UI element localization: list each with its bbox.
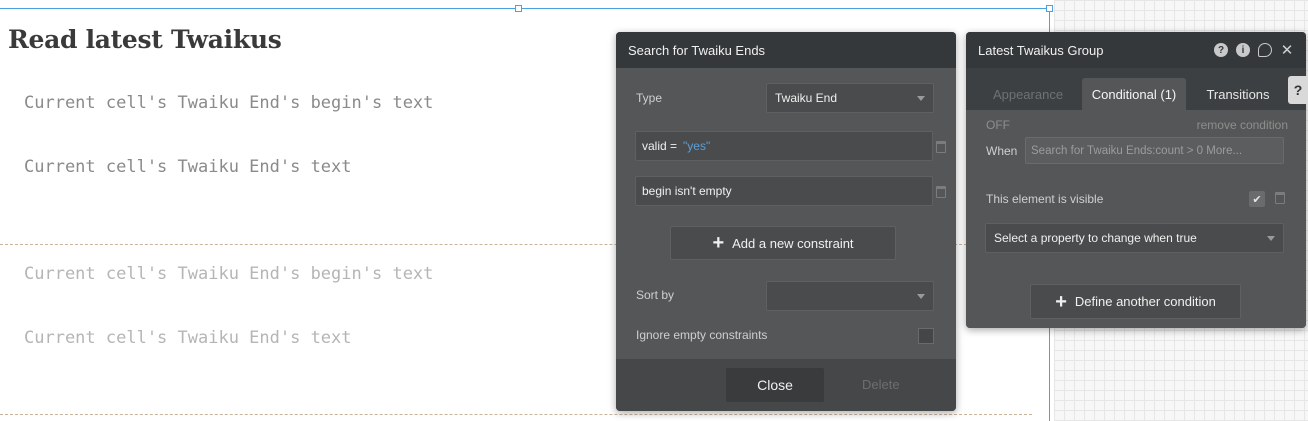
cell-begin-text[interactable]: Current cell's Twaiku End's begin's text xyxy=(24,93,433,113)
selection-border-top xyxy=(0,8,1050,9)
cell-text[interactable]: Current cell's Twaiku End's text xyxy=(24,328,352,348)
info-icon[interactable]: i xyxy=(1236,43,1250,57)
add-constraint-label: Add a new constraint xyxy=(732,235,854,251)
page-title: Read latest Twaikus xyxy=(8,25,282,54)
group-panel-title: Latest Twaikus Group xyxy=(978,42,1104,58)
chevron-down-icon xyxy=(917,95,925,101)
tab-transitions[interactable]: Transitions xyxy=(1192,78,1284,110)
add-constraint-button[interactable]: + Add a new constraint xyxy=(670,226,896,260)
group-panel-header[interactable]: Latest Twaikus Group ? i ✕ xyxy=(966,32,1306,68)
group-property-panel: Latest Twaikus Group ? i ✕ Appearance Co… xyxy=(966,32,1306,328)
search-panel-header[interactable]: Search for Twaiku Ends xyxy=(616,32,956,68)
cell-text[interactable]: Current cell's Twaiku End's text xyxy=(24,157,352,177)
conditional-body: OFF remove condition When Search for Twa… xyxy=(966,110,1306,328)
search-panel-footer: Close Delete xyxy=(616,359,956,411)
chevron-down-icon xyxy=(1267,235,1275,241)
help-tab[interactable]: ? xyxy=(1288,76,1308,104)
constraint-row[interactable]: begin isn't empty xyxy=(635,176,933,206)
search-panel-title: Search for Twaiku Ends xyxy=(628,42,766,58)
search-panel: Search for Twaiku Ends Type Twaiku End v… xyxy=(616,32,956,411)
visible-property-label: This element is visible xyxy=(986,192,1104,206)
close-icon[interactable]: ✕ xyxy=(1280,42,1294,59)
sort-by-label: Sort by xyxy=(636,288,675,302)
comment-icon[interactable] xyxy=(1258,43,1272,57)
constraint-value: "yes" xyxy=(683,139,711,153)
constraint-row[interactable]: valid = "yes" xyxy=(635,131,933,161)
constraint-field: valid = xyxy=(642,139,678,153)
type-label: Type xyxy=(636,91,663,105)
cell-begin-text[interactable]: Current cell's Twaiku End's begin's text xyxy=(24,264,433,284)
type-dropdown[interactable]: Twaiku End xyxy=(766,83,934,113)
when-expression-field[interactable]: Search for Twaiku Ends:count > 0 More... xyxy=(1025,137,1284,164)
tab-conditional[interactable]: Conditional (1) xyxy=(1082,78,1186,110)
delete-button[interactable]: Delete xyxy=(862,377,900,392)
tab-appearance[interactable]: Appearance xyxy=(978,78,1078,110)
resize-handle-top[interactable] xyxy=(515,5,522,12)
define-condition-label: Define another condition xyxy=(1074,294,1216,309)
define-condition-button[interactable]: + Define another condition xyxy=(1030,284,1241,319)
property-select[interactable]: Select a property to change when true xyxy=(985,223,1284,253)
ignore-empty-label: Ignore empty constraints xyxy=(636,328,768,342)
resize-handle-top-right[interactable] xyxy=(1046,5,1053,12)
sort-by-dropdown[interactable] xyxy=(766,281,934,311)
off-toggle[interactable]: OFF xyxy=(986,118,1010,132)
ignore-empty-checkbox[interactable] xyxy=(918,328,934,344)
chevron-down-icon xyxy=(917,293,925,299)
plus-icon: + xyxy=(712,232,725,254)
remove-condition-link[interactable]: remove condition xyxy=(1197,118,1288,132)
property-placeholder: Select a property to change when true xyxy=(994,231,1197,245)
help-icon[interactable]: ? xyxy=(1214,43,1228,57)
when-label: When xyxy=(986,144,1018,158)
plus-icon: + xyxy=(1055,290,1067,313)
constraint-field: begin isn't empty xyxy=(642,184,732,198)
type-value: Twaiku End xyxy=(775,91,838,105)
trash-icon[interactable] xyxy=(936,186,946,198)
close-button[interactable]: Close xyxy=(726,368,824,402)
trash-icon[interactable] xyxy=(1275,192,1285,204)
trash-icon[interactable] xyxy=(936,141,946,153)
visible-checkbox[interactable]: ✔ xyxy=(1249,191,1265,207)
cell-divider xyxy=(0,414,1032,415)
